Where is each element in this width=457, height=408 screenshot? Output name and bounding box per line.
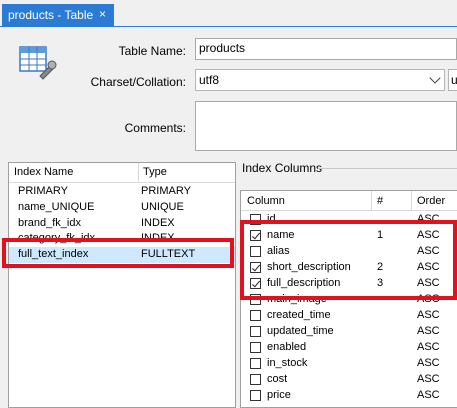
include-checkbox[interactable] [250, 310, 261, 321]
comments-textarea[interactable] [195, 101, 457, 151]
close-icon[interactable]: × [99, 7, 106, 21]
column-name: price [267, 389, 291, 401]
index-name: PRIMARY [18, 185, 68, 197]
tab-label: products - Table [8, 8, 94, 22]
column-order[interactable]: ASC [417, 341, 440, 353]
table-name-value: products [199, 41, 246, 55]
index-row[interactable]: PRIMARY PRIMARY [9, 184, 235, 200]
index-name-header[interactable]: Index Name [14, 166, 73, 178]
column-row[interactable]: updated_time ASC [241, 324, 457, 340]
group-divider [318, 168, 457, 169]
table-name-label: Table Name: [118, 44, 186, 58]
table-name-input[interactable]: products [195, 38, 457, 60]
column-name: updated_time [267, 325, 334, 337]
index-name: brand_fk_idx [18, 217, 81, 229]
index-columns-header: Column # Order [241, 191, 457, 211]
tab-underline [0, 26, 457, 27]
header-divider [411, 191, 412, 210]
tab-products-table[interactable]: products - Table × [2, 4, 114, 26]
charset-label: Charset/Collation: [90, 75, 186, 89]
column-order[interactable]: ASC [417, 389, 440, 401]
column-order[interactable]: ASC [417, 373, 440, 385]
tab-strip: products - Table × [0, 0, 457, 27]
highlight-box-index [2, 238, 234, 268]
chevron-down-icon[interactable] [426, 70, 444, 90]
column-row[interactable]: enabled ASC [241, 340, 457, 356]
position-header[interactable]: # [377, 195, 383, 207]
include-checkbox[interactable] [250, 326, 261, 337]
column-name: cost [267, 373, 288, 385]
order-header[interactable]: Order [417, 195, 445, 207]
index-type-header[interactable]: Type [143, 166, 167, 178]
highlight-box-columns [240, 220, 457, 300]
column-row[interactable]: created_time ASC [241, 308, 457, 324]
comments-label: Comments: [124, 121, 186, 135]
header-divider [138, 163, 139, 182]
table-editor-icon [18, 42, 58, 82]
index-type: UNIQUE [141, 201, 184, 213]
column-name: enabled [267, 341, 307, 353]
collation-select[interactable]: u [448, 69, 457, 91]
column-row[interactable]: in_stock ASC [241, 356, 457, 372]
column-header[interactable]: Column [247, 195, 285, 207]
column-row[interactable]: price ASC [241, 388, 457, 404]
include-checkbox[interactable] [250, 390, 261, 401]
charset-select[interactable]: utf8 [195, 69, 445, 91]
index-columns-title: Index Columns [242, 161, 323, 175]
include-checkbox[interactable] [250, 358, 261, 369]
collation-value: u [451, 73, 457, 87]
column-order[interactable]: ASC [417, 325, 440, 337]
include-checkbox[interactable] [250, 374, 261, 385]
column-name: in_stock [267, 357, 308, 369]
column-name: created_time [267, 309, 331, 321]
column-row[interactable]: cost ASC [241, 372, 457, 388]
index-row[interactable]: brand_fk_idx INDEX [9, 216, 235, 232]
column-order[interactable]: ASC [417, 309, 440, 321]
index-name: name_UNIQUE [18, 201, 95, 213]
column-order[interactable]: ASC [417, 357, 440, 369]
index-type: PRIMARY [141, 185, 191, 197]
charset-value: utf8 [199, 73, 220, 87]
include-checkbox[interactable] [250, 342, 261, 353]
index-list: Index Name Type PRIMARY PRIMARY name_UNI… [8, 162, 236, 408]
index-list-header: Index Name Type [9, 163, 235, 183]
index-type: INDEX [141, 217, 175, 229]
index-row[interactable]: name_UNIQUE UNIQUE [9, 200, 235, 216]
header-divider [371, 191, 372, 210]
